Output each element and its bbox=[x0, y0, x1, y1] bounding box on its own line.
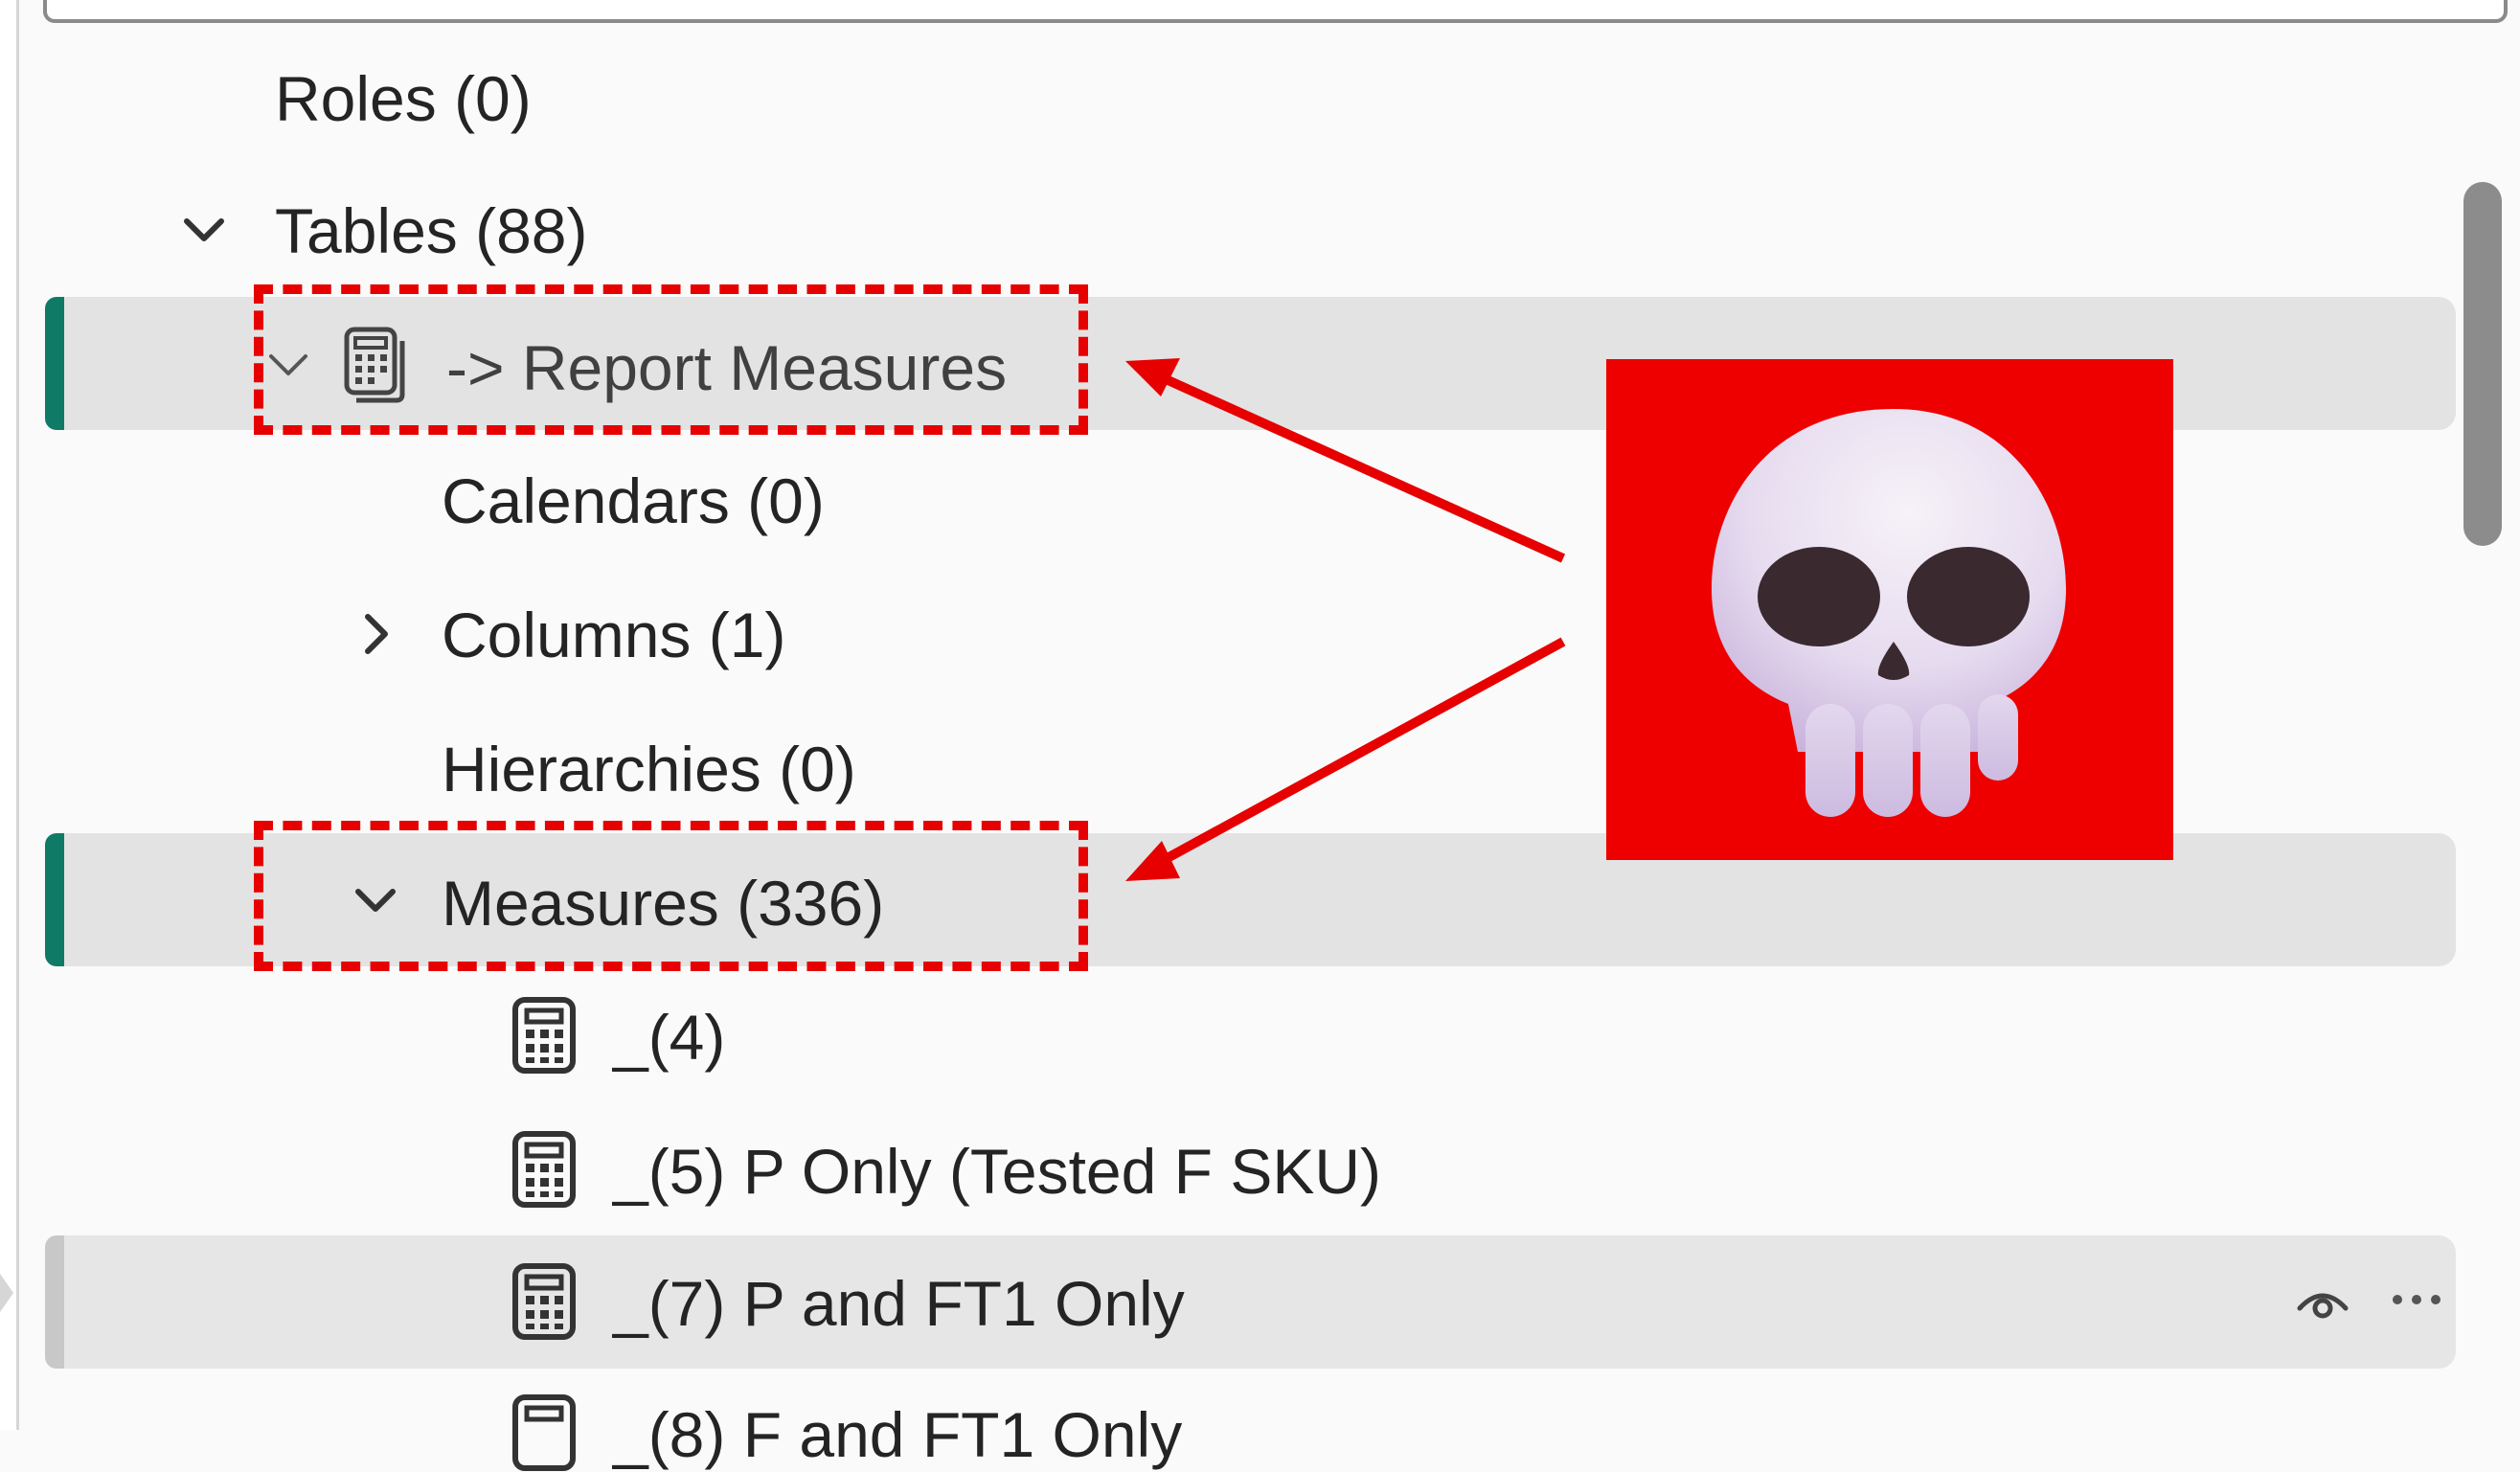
arrow-line-upper bbox=[1161, 374, 1566, 563]
skull-emoji-icon bbox=[1712, 409, 2066, 817]
arrow-line-lower bbox=[1161, 637, 1566, 865]
skull-emoji-box bbox=[1606, 359, 2173, 860]
